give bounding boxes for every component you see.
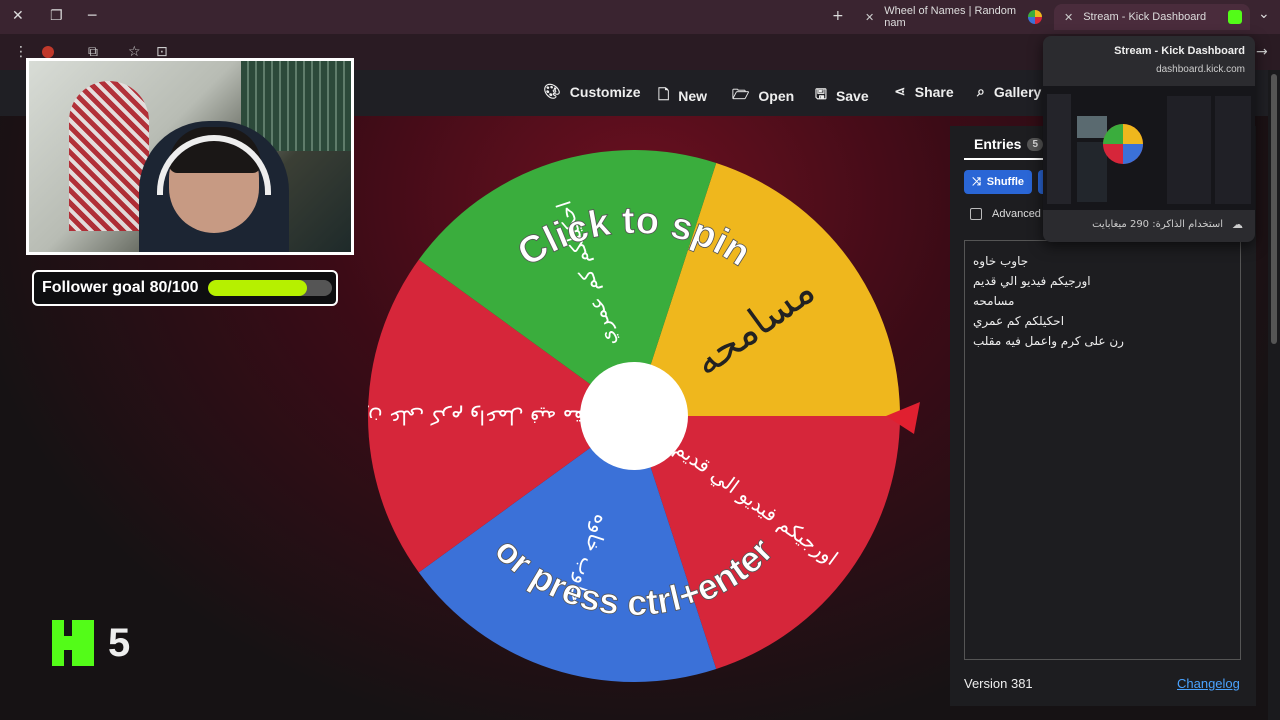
entries-tab-label: Entries [974,136,1022,152]
tab-close-icon[interactable]: ✕ [1064,11,1073,24]
shuffle-icon: ⤨ [971,175,981,188]
open-button[interactable]: 🗁 Open [732,84,794,108]
save-button[interactable]: 🖫 Save [815,84,869,108]
folder-icon: 🗁 [732,87,750,103]
wheel-center-hub[interactable] [580,362,688,470]
entry-line: رن على كرم واعمل فيه مقلب [973,334,1124,348]
profile-avatar[interactable] [42,46,54,58]
share-label: Share [914,84,954,100]
memory-icon: ☁ [1232,218,1243,231]
tab-hover-preview: Stream - Kick Dashboard dashboard.kick.c… [1043,36,1255,242]
gallery-button[interactable]: ⌕ Gallery [977,84,1041,100]
share-icon: ⋖ [894,84,906,100]
new-label: New [678,88,708,104]
kick-count: 5 [108,620,131,665]
forward-arrow-icon[interactable]: → [1256,44,1268,60]
shuffle-label: Shuffle [986,176,1025,188]
file-icon: 🗋 [658,87,670,103]
page-scrollbar[interactable] [1268,70,1280,720]
gallery-label: Gallery [993,84,1042,100]
save-label: Save [835,88,869,104]
entry-line: اورجيكم فيديو الي قديم [973,274,1091,288]
preview-thumbnail-art [1043,86,1255,210]
spin-wheel[interactable]: مسامحهاورجيكم فيديو الي قديمجاوب خاوهرن … [368,150,900,682]
tab-kick-dashboard[interactable]: ✕ Stream - Kick Dashboard [1054,4,1250,30]
tab-wheel-of-names[interactable]: ✕ Wheel of Names | Random nam [855,4,1050,30]
entry-line: مسامحه [973,294,1015,308]
follower-goal-bar [208,280,332,296]
restore-window-icon[interactable]: ❐ [50,8,63,24]
floppy-icon: 🖫 [815,87,827,103]
open-label: Open [758,88,795,104]
follower-goal-fill [208,280,308,296]
preview-thumbnail [1043,86,1255,210]
advanced-toggle[interactable]: Advanced [970,208,1041,220]
wheel-favicon-icon [1028,10,1042,24]
memory-usage-text: استخدام الذاكرة: 290 ميغابايت [1092,219,1223,230]
scrollbar-thumb[interactable] [1271,74,1277,344]
active-tab-underline [964,158,1054,160]
search-icon: ⌕ [977,84,985,100]
webcam-keffiyeh [69,81,149,231]
customize-label: Customize [569,84,641,100]
palette-icon: 🎨︎ [543,84,561,100]
version-text: Version 381 [964,676,1033,691]
entries-count-badge: 5 [1027,137,1044,151]
new-button[interactable]: 🗋 New [658,84,707,108]
tab-title: Wheel of Names | Random nam [884,5,1017,29]
tab-close-icon[interactable]: ✕ [865,11,874,24]
tab-search-icon[interactable]: ⌄ [1258,6,1270,22]
tab-entries[interactable]: Entries 5 [974,136,1044,152]
entries-textarea[interactable]: جاوب خاوه اورجيكم فيديو الي قديم مسامحه … [964,240,1241,660]
follower-goal-label: Follower goal 80/100 [42,279,199,296]
entry-line: احكيلكم كم عمري [973,314,1065,328]
customize-button[interactable]: 🎨︎ Customize [543,84,641,100]
follower-goal-widget: Follower goal 80/100 [32,270,338,306]
preview-url: dashboard.kick.com [1156,64,1245,75]
webcam-overlay [26,58,354,255]
changelog-link[interactable]: Changelog [1177,676,1240,691]
browser-tab-strip: ✕ ❐ ─ + ✕ Wheel of Names | Random nam ✕ … [0,0,1280,34]
kick-follower-badge: 5 [52,620,130,666]
tab-title: Stream - Kick Dashboard [1083,11,1207,23]
new-tab-icon[interactable]: + [832,8,844,24]
share-button[interactable]: ⋖ Share [894,84,954,100]
kick-favicon-icon [1228,10,1242,24]
advanced-label: Advanced [992,208,1041,220]
advanced-checkbox[interactable] [970,208,982,220]
shuffle-button[interactable]: ⤨ Shuffle [964,170,1032,194]
minimize-window-icon[interactable]: ─ [88,8,96,24]
close-window-icon[interactable]: ✕ [12,8,24,24]
kick-logo-icon [52,620,94,666]
preview-title: Stream - Kick Dashboard [1114,45,1245,57]
wheel-pointer-icon [886,402,920,434]
wheel-segment-label: رن على كرم واعمل فيه مقلب [368,406,610,430]
entry-line: جاوب خاوه [973,254,1029,268]
